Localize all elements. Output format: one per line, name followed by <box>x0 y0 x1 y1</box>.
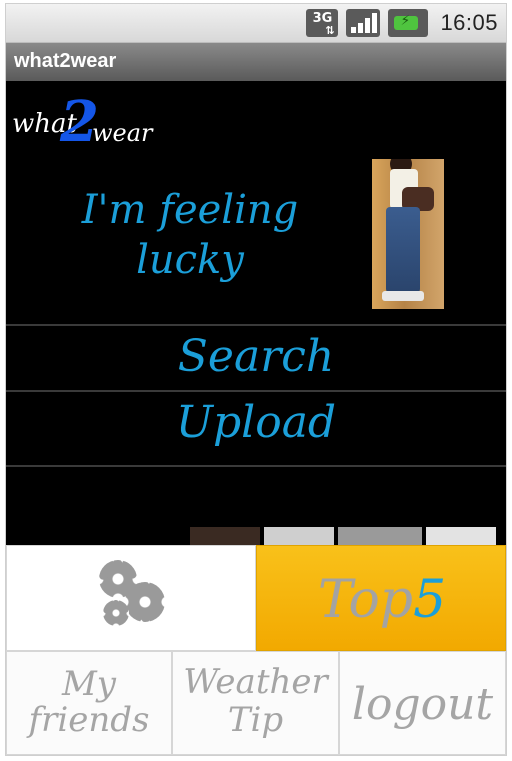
status-clock: 16:05 <box>440 10 498 35</box>
top5-button[interactable]: Top5 <box>256 545 506 651</box>
phone-screen: 3G 16:05 what2wear what 2 wear I'm feeli… <box>6 4 506 755</box>
settings-button[interactable] <box>6 545 256 651</box>
battery-charging-icon <box>388 9 429 37</box>
settings-gears-icon <box>99 560 171 634</box>
divider <box>6 390 506 392</box>
outfit-photo[interactable] <box>372 159 444 309</box>
logo-text-wear: wear <box>92 119 153 147</box>
search-button[interactable]: Search <box>6 331 506 382</box>
my-friends-button[interactable]: My friends <box>6 651 172 755</box>
divider <box>6 465 506 467</box>
logout-label: logout <box>351 679 494 730</box>
app-logo: what 2 wear <box>12 89 162 159</box>
app-title: what2wear <box>14 50 117 72</box>
main-content: what 2 wear I'm feeling lucky Search Upl… <box>6 81 506 545</box>
feeling-lucky-line1: I'm feeling <box>81 187 299 233</box>
my-friends-line2: friends <box>28 700 150 740</box>
signal-bars-icon <box>346 9 381 37</box>
weather-tip-button[interactable]: Weather Tip <box>172 651 339 755</box>
status-icons: 3G 16:05 <box>306 8 498 38</box>
weather-tip-line1: Weather <box>183 662 328 702</box>
feeling-lucky-button[interactable]: I'm feeling lucky <box>60 185 320 285</box>
bottom-menu-grid: Top5 My friends Weather Tip logout <box>6 545 506 755</box>
top5-label: Top5 <box>317 570 447 630</box>
logout-button[interactable]: logout <box>339 651 506 755</box>
photo-strip <box>6 527 506 545</box>
weather-tip-line2: Tip <box>227 700 284 740</box>
divider <box>6 324 506 326</box>
app-title-bar: what2wear <box>6 43 506 81</box>
upload-button[interactable]: Upload <box>6 397 506 448</box>
my-friends-line1: My <box>61 664 117 704</box>
status-bar: 3G 16:05 <box>6 4 506 43</box>
3g-icon: 3G <box>306 9 339 37</box>
feeling-lucky-line2: lucky <box>136 237 244 283</box>
